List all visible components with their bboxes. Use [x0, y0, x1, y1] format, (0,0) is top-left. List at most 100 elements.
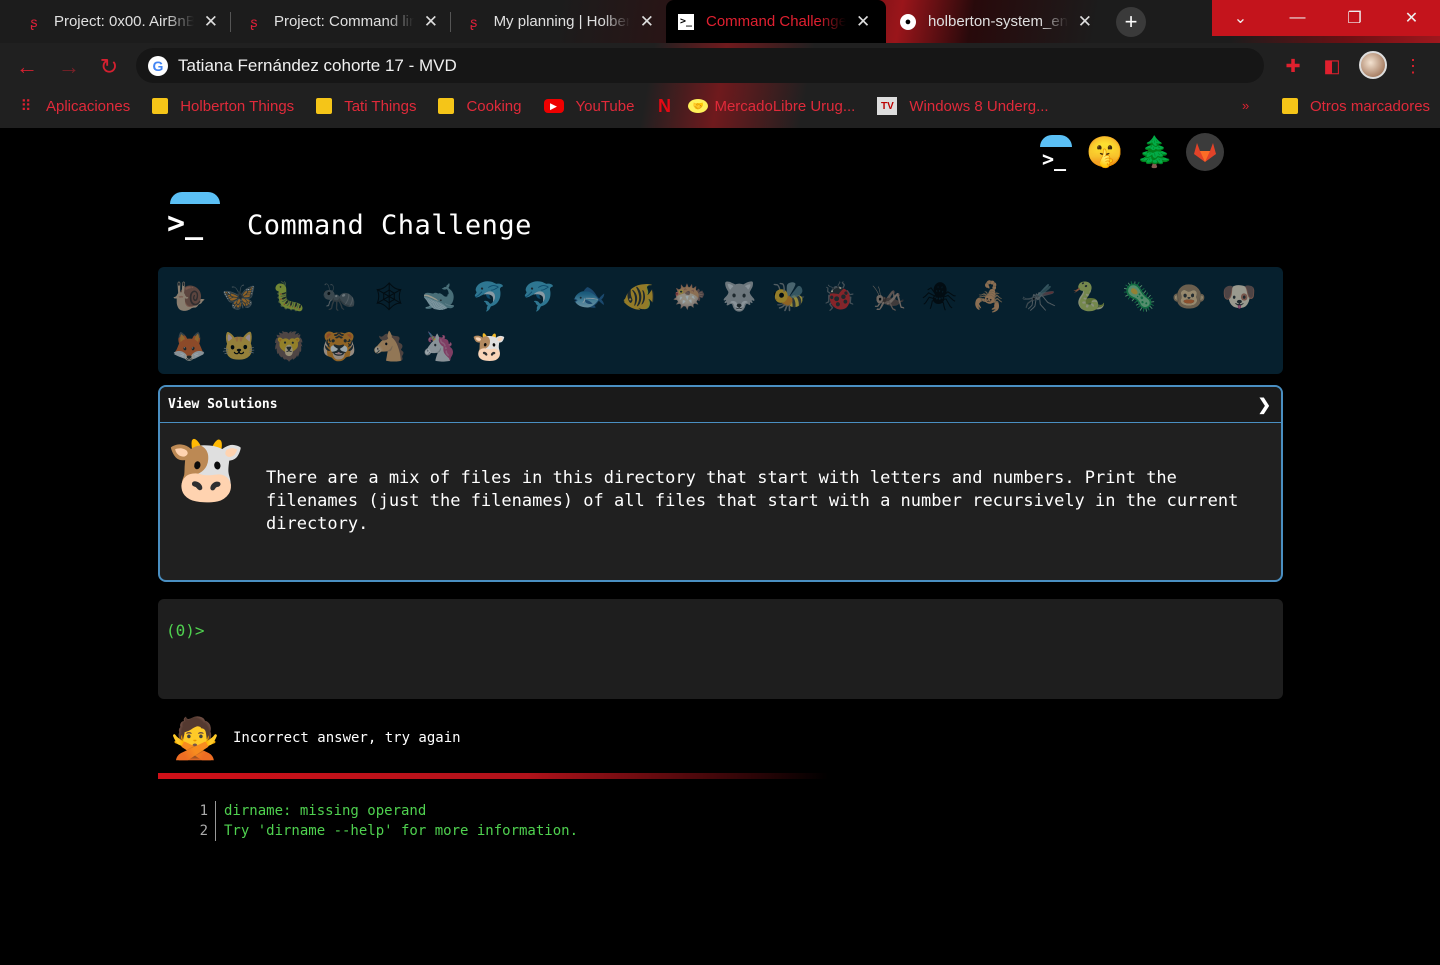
- line-number: 2: [190, 821, 216, 841]
- bookmarks-overflow-button[interactable]: »: [1242, 98, 1249, 113]
- shush-face-icon[interactable]: 🤫: [1086, 133, 1124, 171]
- challenge-animal-icon[interactable]: 🦋: [214, 271, 264, 321]
- terminal-input[interactable]: (0)>: [158, 599, 1283, 699]
- challenge-animal-icon[interactable]: 🐱: [214, 321, 264, 371]
- challenge-animal-icon[interactable]: 🦠: [1114, 271, 1164, 321]
- tab-my-planning[interactable]: ʂ My planning | Holberton ✕: [454, 0, 666, 43]
- address-bar[interactable]: G Tatiana Fernández cohorte 17 - MVD: [136, 48, 1264, 83]
- bookmark-apps[interactable]: ⠿ Aplicaciones: [18, 97, 131, 116]
- bookmark-netflix[interactable]: N: [656, 96, 672, 116]
- challenge-progress-list: 🐌 🦋 🐛 🐜 🕸 🐋 🐬 🐬 🐟 🐠 🐡 🐺 🐝 🐞 🦗 🕷 🦂 🦟 🐍 🦠 🐵 🐶 🦊 🐱 🦁 🐯 🐴 🦄 🐮: [158, 267, 1283, 374]
- forward-button[interactable]: →: [55, 53, 83, 81]
- page-content: >_ 🤫 🌲 ✉ >_ Command Challenge 🐌 🦋 🐛 🐜 🕸 🐋 🐬 🐬 🐟 🐠…: [0, 128, 1440, 965]
- tab-search-button[interactable]: ⌄: [1212, 0, 1269, 36]
- challenge-animal-icon[interactable]: 🐞: [814, 271, 864, 321]
- challenge-animal-icon[interactable]: 🦊: [164, 321, 214, 371]
- holberton-icon: ʂ: [470, 13, 478, 30]
- tab-command-challenge[interactable]: >_ Command Challenge ✕: [666, 0, 886, 43]
- extensions-icon[interactable]: ✚: [1280, 53, 1306, 79]
- header-icons: >_ 🤫 🌲 ✉: [1036, 133, 1274, 171]
- bookmark-holberton-things[interactable]: Holberton Things: [152, 98, 294, 115]
- bookmark-other[interactable]: Otros marcadores: [1282, 91, 1430, 121]
- close-window-button[interactable]: ✕: [1383, 0, 1440, 36]
- tv-icon: TV: [877, 97, 898, 115]
- tree-icon[interactable]: 🌲: [1136, 133, 1174, 171]
- challenge-animal-icon[interactable]: 🐍: [1064, 271, 1114, 321]
- challenge-animal-icon[interactable]: 🐴: [364, 321, 414, 371]
- bookmark-label: MercadoLibre Urug...: [714, 97, 856, 115]
- mercadolibre-icon: 🤝: [688, 99, 709, 113]
- challenge-animal-icon[interactable]: 🕷: [914, 271, 964, 321]
- tab-github[interactable]: ● holberton-system_engineering ✕: [888, 0, 1104, 43]
- challenge-animal-icon[interactable]: 🐜: [314, 271, 364, 321]
- reload-button[interactable]: ↻: [95, 53, 123, 81]
- folder-icon: [438, 98, 455, 114]
- challenge-animal-icon[interactable]: 🦗: [864, 271, 914, 321]
- tab-label: Project: Command line: [273, 13, 414, 30]
- chevron-right-icon: ❯: [1257, 396, 1271, 414]
- bookmark-label: Aplicaciones: [46, 97, 131, 115]
- terminal-icon: >_: [678, 13, 694, 30]
- close-icon[interactable]: ✕: [1078, 12, 1092, 32]
- bookmark-label: Holberton Things: [180, 97, 295, 115]
- close-icon[interactable]: ✕: [424, 12, 438, 32]
- tab-command-line[interactable]: ʂ Project: Command line ✕: [234, 0, 450, 43]
- no-gesture-icon: 🙅: [170, 716, 220, 761]
- gitlab-icon[interactable]: [1186, 133, 1224, 171]
- minimize-button[interactable]: —: [1269, 0, 1326, 36]
- restore-button[interactable]: ❐: [1326, 0, 1383, 36]
- bookmark-youtube[interactable]: ▶ YouTube: [543, 97, 635, 115]
- terminal-logo-icon[interactable]: >_: [1036, 133, 1074, 171]
- challenge-animal-icon[interactable]: 🐝: [764, 271, 814, 321]
- envelope-icon[interactable]: ✉: [1236, 133, 1274, 171]
- challenge-animal-icon[interactable]: 🐬: [464, 271, 514, 321]
- line-number: 1: [190, 801, 216, 821]
- back-button[interactable]: ←: [13, 53, 41, 81]
- challenge-animal-icon[interactable]: 🐡: [664, 271, 714, 321]
- bookmark-mercadolibre[interactable]: 🤝 MercadoLibre Urug...: [688, 98, 855, 115]
- close-icon[interactable]: ✕: [640, 12, 654, 32]
- tab-label: holberton-system_engineering: [927, 13, 1068, 30]
- challenge-animal-icon[interactable]: 🐟: [564, 271, 614, 321]
- bookmark-windows8[interactable]: TV Windows 8 Underg...: [877, 97, 1049, 115]
- close-icon[interactable]: ✕: [204, 12, 218, 32]
- output-line: 2 Try 'dirname --help' for more informat…: [190, 821, 578, 841]
- result-message: Incorrect answer, try again: [233, 730, 461, 746]
- bookmark-cooking[interactable]: Cooking: [438, 98, 522, 115]
- result-status: 🙅 Incorrect answer, try again: [170, 711, 461, 765]
- challenge-animal-icon[interactable]: 🐺: [714, 271, 764, 321]
- error-bar: [158, 773, 828, 779]
- avatar[interactable]: [1359, 51, 1387, 79]
- challenge-animal-icon[interactable]: 🐵: [1164, 271, 1214, 321]
- challenge-animal-icon[interactable]: 🐠: [614, 271, 664, 321]
- challenge-animal-icon[interactable]: 🦁: [264, 321, 314, 371]
- tab-label: My planning | Holberton: [493, 13, 630, 30]
- challenge-animal-icon[interactable]: 🐯: [314, 321, 364, 371]
- output-text: dirname: missing operand: [224, 803, 427, 819]
- new-tab-button[interactable]: +: [1116, 7, 1146, 37]
- view-solutions-toggle[interactable]: View Solutions ❯: [160, 387, 1281, 423]
- apps-grid-icon: ⠿: [20, 98, 32, 115]
- browser-toolbar: ← → ↻ G Tatiana Fernández cohorte 17 - M…: [0, 43, 1440, 128]
- challenge-animal-icon[interactable]: 🕸: [364, 271, 414, 321]
- bookmark-label: Otros marcadores: [1310, 97, 1431, 115]
- menu-icon[interactable]: ⋮: [1400, 53, 1426, 79]
- challenge-animal-icon[interactable]: 🦟: [1014, 271, 1064, 321]
- address-text: Tatiana Fernández cohorte 17 - MVD: [178, 55, 457, 75]
- bookmark-tati-things[interactable]: Tati Things: [316, 98, 416, 115]
- bookmark-label: YouTube: [575, 97, 635, 115]
- close-icon[interactable]: ✕: [856, 12, 870, 32]
- challenge-animal-icon[interactable]: 🦄: [414, 321, 464, 371]
- challenge-animal-icon[interactable]: 🐬: [514, 271, 564, 321]
- side-panel-icon[interactable]: ◧: [1319, 53, 1345, 79]
- challenge-animal-icon[interactable]: 🐌: [164, 271, 214, 321]
- challenge-animal-icon[interactable]: 🐛: [264, 271, 314, 321]
- challenge-animal-icon[interactable]: 🐶: [1214, 271, 1264, 321]
- challenge-animal-icon[interactable]: 🦂: [964, 271, 1014, 321]
- tab-label: Command Challenge: [706, 13, 846, 30]
- terminal-prompt: (0)>: [166, 621, 205, 640]
- challenge-animal-icon[interactable]: 🐮: [464, 321, 514, 371]
- page-title: Command Challenge: [247, 210, 532, 241]
- tab-airbnb[interactable]: ʂ Project: 0x00. AirBnB ✕: [14, 0, 230, 43]
- challenge-animal-icon[interactable]: 🐋: [414, 271, 464, 321]
